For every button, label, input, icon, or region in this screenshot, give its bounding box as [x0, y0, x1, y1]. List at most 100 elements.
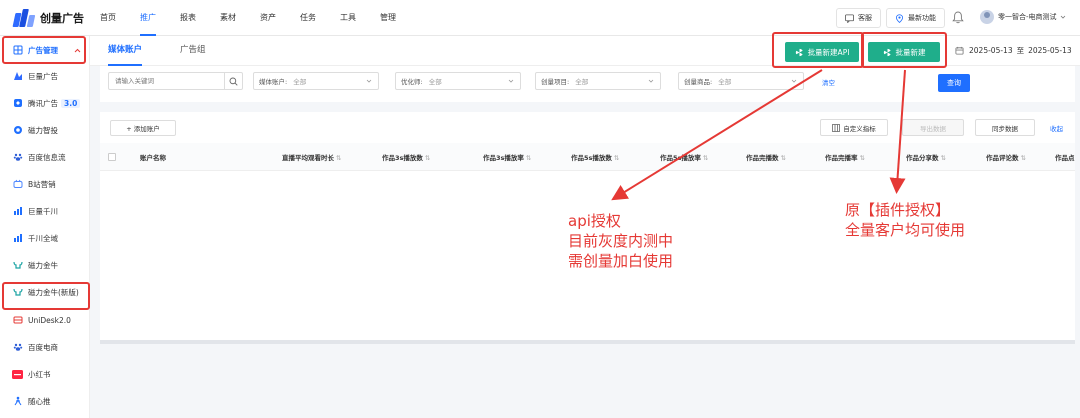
column-header[interactable]: 账户名称	[140, 152, 166, 162]
sidebar: 广告管理 巨量广告 腾讯广告 3.0 磁力智投 百度信息流 B站营销 巨量千川 …	[0, 36, 90, 418]
column-header[interactable]: 作品完播数 ⇅	[746, 152, 786, 162]
sidebar-item-xiaohongshu[interactable]: 小红书	[12, 364, 51, 384]
sidebar-item-tencent-ads[interactable]: 腾讯广告 3.0	[12, 93, 81, 113]
nav-reports[interactable]: 报表	[180, 0, 196, 36]
fan-icon	[795, 48, 803, 56]
customer-service-button[interactable]: 客服	[836, 8, 881, 28]
baidu-ecom-icon	[13, 343, 22, 351]
table-header: 账户名称 直播平均观看时长 ⇅ 作品3s播放数 ⇅ 作品3s播放率 ⇅ 作品5s播放数…	[100, 143, 1075, 171]
sidebar-item-qianchuan-global[interactable]: 千川全域	[12, 228, 58, 248]
brand-logo-icon	[12, 9, 36, 27]
select-all-checkbox[interactable]	[108, 153, 116, 161]
sidebar-header-ad-management[interactable]: 广告管理	[12, 40, 81, 60]
chevron-down-icon	[366, 79, 372, 83]
brand-logo[interactable]: 创量广告	[12, 9, 84, 27]
search-input[interactable]	[109, 73, 225, 89]
bell-icon[interactable]	[952, 11, 964, 24]
column-header[interactable]: 作品评论数 ⇅	[986, 152, 1026, 162]
horizontal-scrollbar[interactable]	[100, 340, 1075, 344]
optimizer-select[interactable]: 优化师: 全部	[395, 72, 521, 90]
date-range-picker[interactable]: 2025-05-13 至 2025-05-13	[955, 41, 1077, 59]
chevron-down-icon	[508, 79, 514, 83]
sidebar-item-bilibili[interactable]: B站营销	[12, 174, 56, 194]
column-header[interactable]: 作品分享数 ⇅	[906, 152, 946, 162]
search-icon	[229, 77, 238, 86]
nav-home[interactable]: 首页	[100, 0, 116, 36]
sidebar-item-label: 巨量千川	[28, 206, 58, 216]
sidebar-item-cili-zhitou[interactable]: 磁力智投	[12, 120, 58, 140]
kuaishou-icon	[13, 126, 22, 134]
date-end: 2025-05-13	[1028, 45, 1072, 55]
avatar	[980, 10, 994, 24]
collapse-link[interactable]: 收起	[1050, 123, 1063, 133]
chevron-down-icon	[1060, 15, 1065, 19]
nav-promotion[interactable]: 推广	[140, 0, 156, 36]
plugin-auth-note: 原【插件授权】 全量客户均可使用	[845, 201, 966, 239]
sidebar-item-label: 腾讯广告	[28, 98, 58, 108]
batch-create-api-label: 批量新建API	[807, 47, 850, 57]
product-select[interactable]: 创量商品: 全部	[678, 72, 804, 90]
unidesk-icon	[13, 316, 22, 324]
chevron-up-icon	[74, 48, 81, 52]
columns-icon	[832, 123, 841, 132]
select-value: 全部	[293, 78, 307, 86]
sidebar-item-label: 巨量广告	[28, 71, 58, 81]
tab-media-accounts[interactable]: 媒体账户	[108, 36, 143, 66]
column-header[interactable]: 直播平均观看时长 ⇅	[282, 152, 341, 162]
clear-filters-link[interactable]: 清空	[822, 77, 835, 87]
new-features-button[interactable]: 最新功能	[886, 8, 945, 28]
media-account-select[interactable]: 媒体账户: 全部	[253, 72, 379, 90]
location-pin-icon	[896, 13, 903, 23]
column-header[interactable]: 作品5s播放数 ⇅	[571, 152, 619, 162]
baidu-paw-icon	[13, 153, 22, 161]
nav-assets[interactable]: 资产	[260, 0, 276, 36]
sidebar-item-suixintui[interactable]: 随心推	[12, 391, 51, 411]
tab-ad-groups[interactable]: 广告组	[180, 36, 206, 66]
select-label: 创量项目:	[541, 78, 570, 86]
sidebar-item-qianchuan[interactable]: 巨量千川	[12, 201, 58, 221]
fan-icon	[883, 48, 891, 56]
sidebar-item-label: 随心推	[28, 396, 51, 406]
ocean-engine-icon	[13, 72, 22, 80]
column-header[interactable]: 作品5s播放率 ⇅	[660, 152, 708, 162]
sync-data-button[interactable]: 同步数据	[975, 119, 1035, 136]
user-menu[interactable]: 零一智合-电商测试	[980, 10, 1066, 24]
sidebar-item-cili-jinniu-new[interactable]: 磁力金牛(新版)	[12, 282, 79, 302]
version-badge: 3.0	[61, 98, 81, 108]
chat-icon	[845, 13, 854, 23]
nav-materials[interactable]: 素材	[220, 0, 236, 36]
sidebar-item-label: 小红书	[28, 369, 51, 379]
sidebar-item-cili-jinniu[interactable]: 磁力金牛	[12, 255, 58, 275]
export-data-button[interactable]: 导出数据	[902, 119, 964, 136]
batch-create-label: 批量新建	[895, 47, 926, 57]
column-header[interactable]: 作品点	[1055, 152, 1075, 162]
custom-metrics-button[interactable]: 自定义指标	[820, 119, 888, 136]
sidebar-item-baidu-feed[interactable]: 百度信息流	[12, 147, 66, 167]
sidebar-item-label: 磁力智投	[28, 125, 58, 135]
batch-create-button[interactable]: 批量新建	[868, 42, 940, 62]
sidebar-item-ocean-engine[interactable]: 巨量广告	[12, 66, 58, 86]
nav-tasks[interactable]: 任务	[300, 0, 316, 36]
top-nav-bar: 创量广告 首页 推广 报表 素材 资产 任务 工具 管理 客服 最新功能 零一智…	[0, 0, 1080, 36]
add-account-button[interactable]: + 添加账户	[110, 120, 176, 136]
sidebar-item-label: UniDesk2.0	[28, 315, 71, 325]
nav-tools[interactable]: 工具	[340, 0, 356, 36]
sidebar-item-unidesk[interactable]: UniDesk2.0	[12, 310, 71, 330]
sidebar-item-label: 百度信息流	[28, 152, 66, 162]
xiaohongshu-icon	[12, 369, 23, 379]
calendar-icon	[955, 46, 964, 55]
sidebar-item-baidu-ecommerce[interactable]: 百度电商	[12, 337, 58, 357]
project-select[interactable]: 创量项目: 全部	[535, 72, 661, 90]
column-header[interactable]: 作品完播率 ⇅	[825, 152, 865, 162]
sidebar-item-label: B站营销	[28, 179, 56, 189]
batch-create-api-button[interactable]: 批量新建API	[785, 42, 859, 62]
chevron-down-icon	[648, 79, 654, 83]
grid-icon	[13, 45, 22, 55]
column-header[interactable]: 作品3s播放数 ⇅	[382, 152, 430, 162]
custom-metrics-label: 自定义指标	[843, 124, 876, 133]
nav-management[interactable]: 管理	[380, 0, 396, 36]
query-button[interactable]: 查询	[938, 74, 970, 92]
column-header[interactable]: 作品3s播放率 ⇅	[483, 152, 531, 162]
search-button[interactable]	[224, 73, 242, 89]
search-box	[108, 72, 243, 90]
